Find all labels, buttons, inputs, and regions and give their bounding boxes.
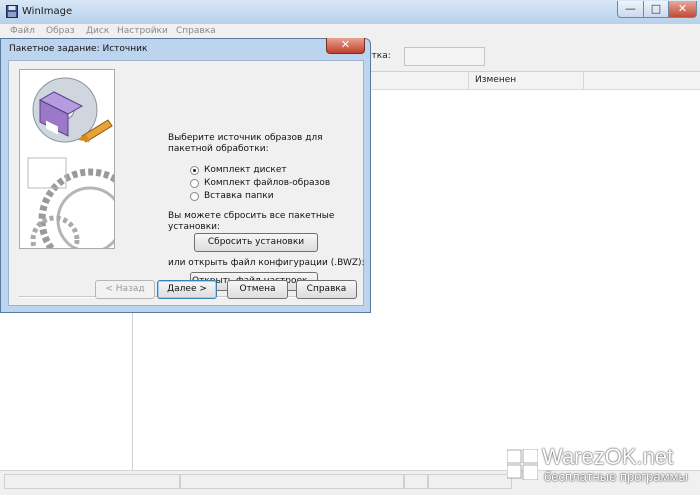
- column-divider[interactable]: [583, 72, 584, 89]
- disk-and-gear-illustration: [27, 77, 114, 248]
- back-button[interactable]: < Назад: [95, 280, 155, 299]
- config-hint: или открыть файл конфигурации (.BWZ):: [168, 258, 365, 268]
- status-segment: [404, 474, 428, 489]
- maximize-button[interactable]: □: [643, 1, 669, 18]
- wizard-illustration: [19, 69, 115, 249]
- window-title: WinImage: [22, 6, 73, 17]
- help-button[interactable]: Справка: [296, 280, 357, 299]
- source-prompt: Выберите источник образов для пакетной о…: [168, 133, 323, 154]
- menu-bar: Файл Образ Диск Настройки Справка: [0, 24, 700, 39]
- reset-settings-button[interactable]: Сбросить установки: [194, 233, 318, 252]
- minimize-button[interactable]: —: [617, 1, 644, 18]
- radio-button[interactable]: [190, 192, 199, 201]
- menu-disk[interactable]: Диск: [86, 26, 109, 36]
- option-label: Вставка папки: [204, 191, 274, 201]
- dialog-close-button[interactable]: ✕: [326, 38, 365, 54]
- column-divider[interactable]: [468, 72, 469, 89]
- dialog-title: Пакетное задание: Источник: [9, 44, 148, 54]
- volume-label-field[interactable]: [404, 47, 485, 66]
- title-bar[interactable]: WinImage — □ ✕: [0, 0, 700, 25]
- status-segment: [4, 474, 180, 489]
- watermark-title: WarezOK.net: [542, 444, 674, 469]
- option-label: Комплект дискет: [204, 165, 287, 175]
- cancel-button[interactable]: Отмена: [227, 280, 288, 299]
- next-button[interactable]: Далее >: [157, 280, 217, 299]
- menu-help[interactable]: Справка: [176, 26, 216, 36]
- menu-file[interactable]: Файл: [10, 26, 35, 36]
- dialog-body: Выберите источник образов для пакетной о…: [8, 60, 365, 306]
- option-label: Комплект файлов-образов: [204, 178, 331, 188]
- menu-image[interactable]: Образ: [46, 26, 75, 36]
- radio-button[interactable]: [190, 179, 199, 188]
- column-header-modified[interactable]: Изменен: [475, 75, 516, 85]
- windows-logo-watermark: [507, 449, 538, 480]
- close-window-button[interactable]: ✕: [668, 1, 697, 18]
- watermark-subtitle: бесплатные программы: [544, 469, 688, 484]
- status-segment: [180, 474, 404, 489]
- batch-source-dialog: Пакетное задание: Источник ✕ Выберите ис…: [0, 38, 371, 313]
- reset-hint: Вы можете сбросить все пакетные установк…: [168, 211, 335, 232]
- radio-button-selected[interactable]: [190, 166, 199, 175]
- status-segment: [428, 474, 512, 489]
- menu-settings[interactable]: Настройки: [117, 26, 168, 36]
- winimage-app-icon: [6, 5, 18, 18]
